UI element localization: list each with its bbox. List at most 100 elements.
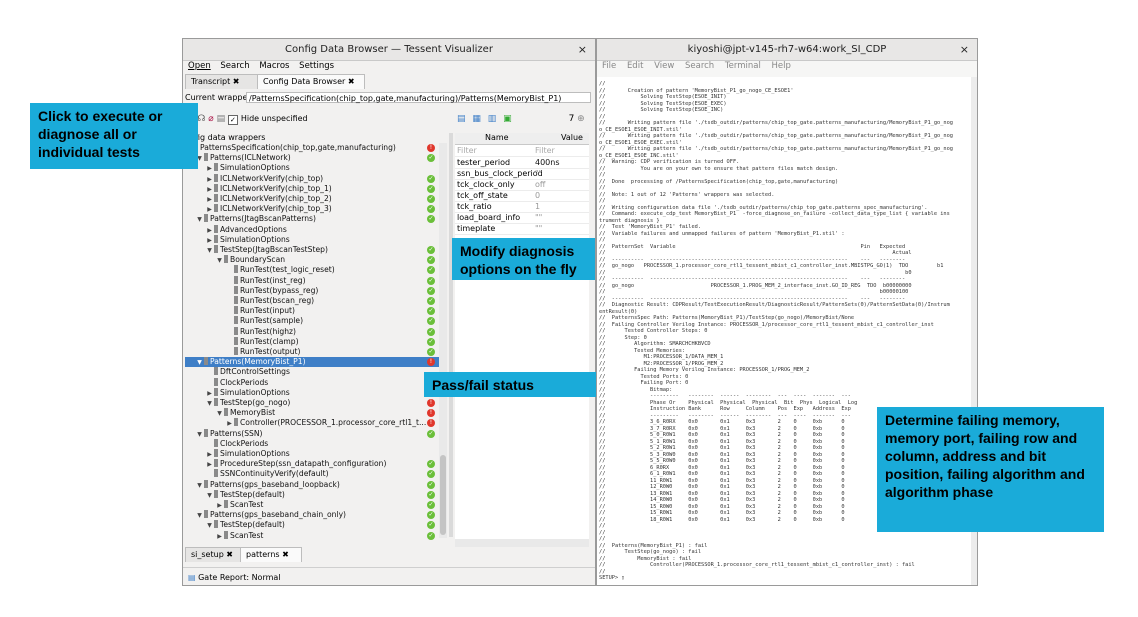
property-value[interactable]: ""	[535, 212, 542, 223]
close-icon[interactable]: ×	[578, 39, 587, 60]
wrapper-icon	[234, 265, 238, 274]
tree-node-label: RunTest(bypass_reg)	[240, 285, 319, 295]
tree-node[interactable]: ▶ ScanTest	[185, 500, 263, 510]
property-name: tck_off_state	[457, 191, 508, 200]
tree-node-label: ProcedureStep(ssn_datapath_configuration…	[220, 459, 387, 469]
tree-node[interactable]: ▶ ScanTest	[185, 530, 263, 542]
terminal-menu-help[interactable]: Help	[772, 61, 791, 71]
status-bar: ▤ Gate Report: Normal	[183, 567, 595, 585]
property-value[interactable]: 0	[535, 190, 540, 201]
pass-status-icon: ✓	[427, 531, 435, 540]
terminal-close-icon[interactable]: ×	[960, 39, 969, 60]
copy-icon[interactable]: ▤	[217, 114, 226, 124]
tree-node[interactable]: ▼ Patterns(MemoryBist_P1)	[185, 357, 441, 368]
tree-node[interactable]: ▼ Patterns(gps_baseband_loopback)	[185, 479, 340, 490]
wrapper-icon	[214, 163, 218, 172]
menu-settings[interactable]: Settings	[299, 61, 334, 71]
current-wrapper-field[interactable]: /PatternsSpecification(chip_top,gate,man…	[246, 92, 591, 103]
tree-scrollbar[interactable]	[439, 143, 447, 538]
tree-node[interactable]: ▶ AdvancedOptions	[185, 224, 287, 235]
menu-search[interactable]: Search	[220, 61, 249, 71]
wrapper-icon	[214, 398, 218, 406]
tab-config-data-browser[interactable]: Config Data Browser ✖	[257, 74, 365, 89]
tree-node[interactable]: ▶ SimulationOptions	[185, 234, 290, 245]
terminal-menu-search[interactable]: Search	[685, 61, 714, 71]
property-value[interactable]: 1	[535, 201, 540, 212]
splitter[interactable]	[449, 133, 453, 537]
property-value[interactable]: ""	[535, 168, 542, 179]
tree-node[interactable]: ClockPeriods	[185, 438, 268, 449]
current-wrapper-label: Current wrapper:	[185, 93, 254, 102]
tree-node[interactable]: ▶ ICLNetworkVerify(chip_top_3)	[185, 204, 332, 214]
debug-icon[interactable]: ☊	[197, 114, 205, 124]
tree-node[interactable]: RunTest(test_logic_reset)	[185, 265, 335, 275]
collapsed-arrow-icon[interactable]: ▶	[215, 532, 224, 542]
tree-node[interactable]: ▼ BoundaryScan	[185, 255, 285, 265]
tree-node[interactable]: ▼ TestStep(default)	[185, 520, 285, 530]
tree-node[interactable]: ▼ TestStep(JtagBscanTestStep)	[185, 245, 328, 255]
list-icon[interactable]: ▤	[457, 114, 466, 124]
pass-status-icon: ✓	[427, 195, 435, 203]
table-icon[interactable]: ▥	[488, 114, 497, 124]
menu-macros[interactable]: Macros	[259, 61, 289, 71]
tree-node[interactable]: ClockPeriods	[185, 377, 268, 388]
property-row[interactable]: timeplate ""	[455, 223, 589, 235]
tree-node[interactable]: ▶ ICLNetworkVerify(chip_top_2)	[185, 194, 332, 204]
menu-open[interactable]: Open	[188, 61, 211, 71]
tree-node[interactable]: RunTest(input)	[185, 306, 295, 316]
tree-node[interactable]: ▶ SimulationOptions	[185, 163, 290, 173]
tree-node[interactable]: ▼ MemoryBist	[185, 408, 275, 418]
tree-node[interactable]: ▶ SimulationOptions	[185, 387, 290, 398]
tree-node[interactable]: RunTest(output)	[185, 347, 301, 357]
tree-node[interactable]: ▼ TestStep(go_nogo)	[185, 398, 290, 408]
tree-node-label: RunTest(bscan_reg)	[240, 296, 315, 305]
tree-node[interactable]: ▼ Patterns(gps_baseband_chain_only)	[185, 510, 346, 520]
tree-node[interactable]: ▼ Patterns(ICLNetwork)	[185, 153, 291, 163]
tree-node-label: TestStep(default)	[220, 489, 285, 499]
value-filter[interactable]: Filter	[535, 145, 555, 156]
tree-toolbar: ⊙ ☊ ⌀ ▤ ✓ Hide unspecified	[187, 112, 447, 126]
tree-node[interactable]: RunTest(bypass_reg)	[185, 285, 319, 296]
terminal-menu-terminal[interactable]: Terminal	[725, 61, 761, 71]
tree-node[interactable]: RunTest(clamp)	[185, 336, 299, 347]
wrapper-icon	[234, 306, 238, 315]
tree-scrollbar-thumb[interactable]	[440, 455, 446, 535]
tag-icon[interactable]: ⌀	[208, 114, 213, 124]
tree-node[interactable]: RunTest(highz)	[185, 326, 296, 337]
tree-node[interactable]: ▼ Patterns(SSN)	[185, 428, 263, 439]
name-column-header[interactable]: Name	[485, 133, 509, 142]
tab-patterns[interactable]: patterns ✖	[240, 547, 302, 562]
tree-node[interactable]: ▼ Patterns(JtagBscanPatterns)	[185, 214, 316, 224]
terminal-menu-view[interactable]: View	[654, 61, 674, 71]
tab-si-setup[interactable]: si_setup ✖	[185, 547, 241, 562]
export-icon[interactable]: ▣	[503, 114, 512, 124]
grid-icon[interactable]: ▦	[472, 114, 481, 124]
property-value[interactable]: 400ns	[535, 157, 560, 168]
terminal-menu-edit[interactable]: Edit	[627, 61, 643, 71]
tree-node[interactable]: SSNContinuityVerify(default)	[185, 469, 329, 479]
help-icon[interactable]: ⊕	[577, 114, 585, 124]
value-column-header[interactable]: Value	[561, 133, 583, 142]
tree-node-label: ICLNetworkVerify(chip_top_3)	[220, 204, 332, 214]
tree-node[interactable]: ▼ TestStep(default)	[185, 489, 285, 500]
tree-node[interactable]: DftControlSettings	[185, 367, 290, 377]
name-filter[interactable]: Filter	[457, 145, 477, 156]
tree-node[interactable]: RunTest(bscan_reg)	[185, 296, 314, 306]
wrapper-icon	[234, 296, 238, 304]
pass-status-icon: ✓	[427, 511, 435, 520]
property-value[interactable]: off	[535, 179, 545, 190]
tree-node[interactable]: ▶ ICLNetworkVerify(chip_top)	[185, 173, 323, 184]
tab-transcript[interactable]: Transcript ✖	[185, 74, 259, 89]
hide-unspecified-checkbox[interactable]: ✓	[227, 115, 238, 125]
tree-node[interactable]: ▶ SimulationOptions	[185, 449, 290, 459]
pass-status-icon: ✓	[427, 297, 435, 305]
tree-node[interactable]: RunTest(inst_reg)	[185, 275, 306, 286]
property-value[interactable]: ""	[535, 223, 542, 234]
tree-node[interactable]: ▶ Controller(PROCESSOR_1.processor_core_r…	[185, 418, 426, 428]
tree-node[interactable]: PatternsSpecification(chip_top,gate,manu…	[185, 143, 396, 153]
tree-node[interactable]: ▶ ICLNetworkVerify(chip_top_1)	[185, 183, 332, 194]
terminal-menu-file[interactable]: File	[602, 61, 616, 71]
tree-node[interactable]: ▶ ProcedureStep(ssn_datapath_configuratio…	[185, 459, 386, 469]
tree-node[interactable]: RunTest(sample)	[185, 316, 303, 326]
terminal-line: // Done processing of /PatternsSpecifica…	[599, 178, 839, 185]
